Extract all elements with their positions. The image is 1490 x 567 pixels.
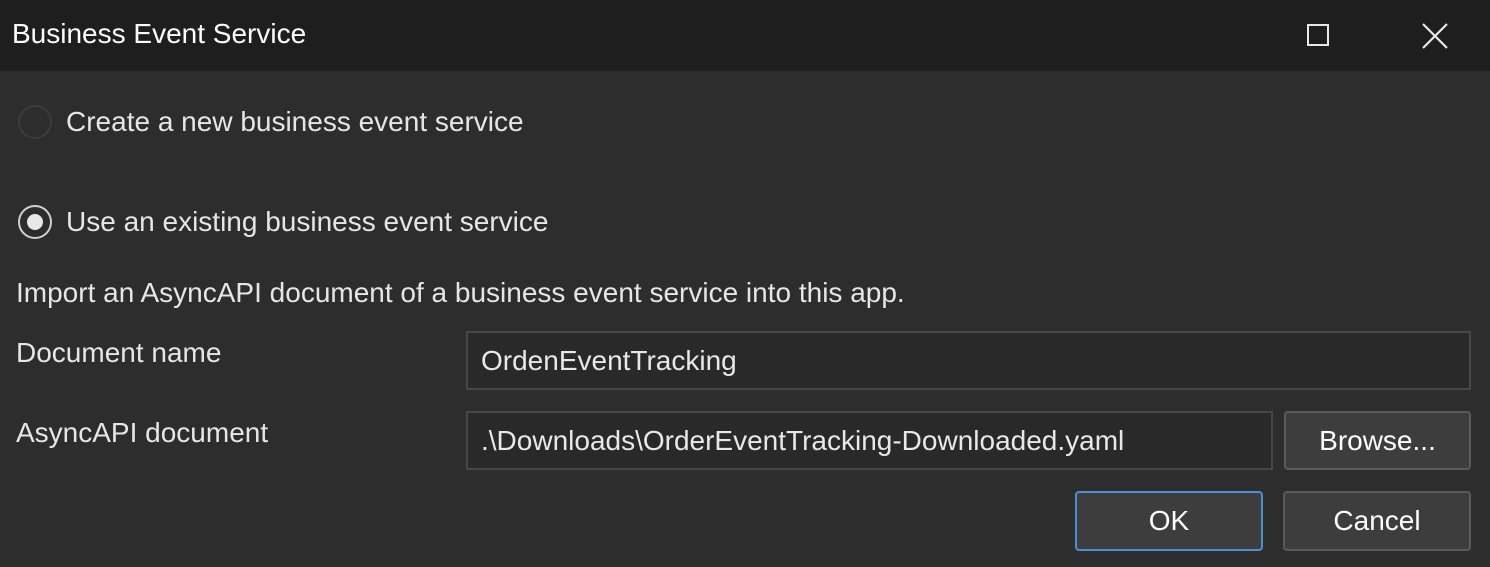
window-title: Business Event Service	[12, 18, 307, 49]
maximize-icon	[1307, 24, 1329, 46]
title-bar: Business Event Service	[0, 0, 1490, 71]
import-description: Import an AsyncAPI document of a busines…	[16, 277, 905, 308]
radio-use-existing-circle[interactable]	[18, 205, 52, 239]
radio-create-new[interactable]: Create a new business event service	[18, 105, 524, 139]
browse-button[interactable]: Browse...	[1284, 411, 1471, 470]
radio-use-existing[interactable]: Use an existing business event service	[18, 205, 548, 239]
document-name-label: Document name	[16, 337, 222, 368]
cancel-button[interactable]: Cancel	[1283, 491, 1471, 551]
close-button[interactable]	[1396, 0, 1474, 71]
asyncapi-document-input[interactable]	[466, 411, 1273, 470]
dialog-body: Create a new business event service Use …	[0, 71, 1490, 567]
radio-selected-dot	[27, 214, 43, 230]
radio-create-new-circle[interactable]	[18, 105, 52, 139]
asyncapi-document-label: AsyncAPI document	[16, 417, 269, 448]
document-name-input[interactable]	[466, 331, 1471, 390]
ok-button[interactable]: OK	[1075, 491, 1263, 551]
radio-create-new-label: Create a new business event service	[66, 106, 524, 137]
close-icon	[1422, 23, 1448, 49]
radio-use-existing-label: Use an existing business event service	[66, 206, 549, 237]
maximize-button[interactable]	[1280, 0, 1358, 71]
